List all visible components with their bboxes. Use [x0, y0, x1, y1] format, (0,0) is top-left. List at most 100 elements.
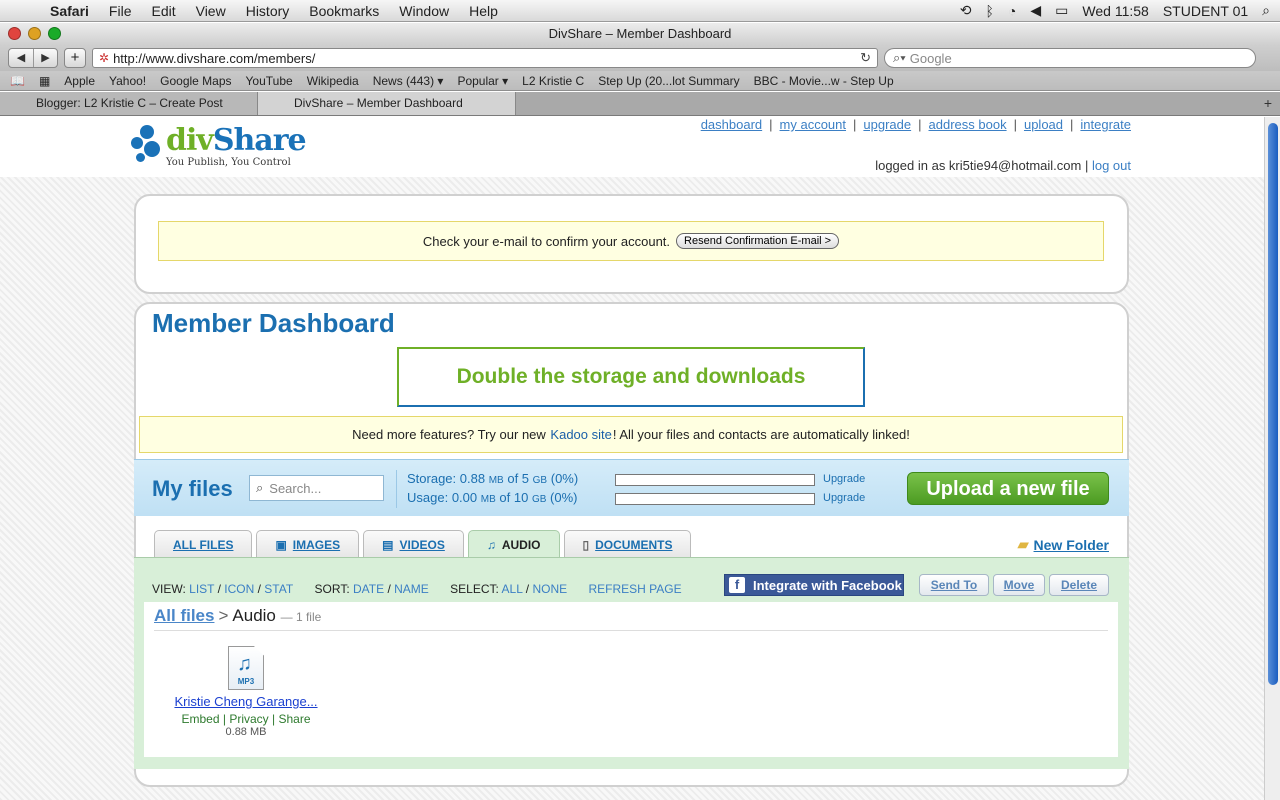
close-window-icon[interactable]	[8, 27, 21, 40]
tab-videos[interactable]: ▤ VIDEOS	[363, 530, 464, 558]
bookmark-item[interactable]: Wikipedia	[307, 74, 359, 88]
menubar-clock[interactable]: Wed 11:58	[1082, 3, 1148, 19]
bookmark-item[interactable]: Apple	[64, 74, 95, 88]
file-area: VIEW: LIST / ICON / STAT SORT: DATE / NA…	[134, 557, 1129, 769]
url-text[interactable]: http://www.divshare.com/members/	[113, 51, 315, 66]
select-all-link[interactable]: ALL	[502, 582, 523, 596]
kadoo-link[interactable]: Kadoo site	[550, 427, 611, 442]
sort-date-link[interactable]: DATE	[353, 582, 384, 596]
logout-link[interactable]: log out	[1092, 158, 1131, 173]
menubar-user[interactable]: STUDENT 01	[1163, 3, 1248, 19]
battery-icon[interactable]: ▭	[1055, 2, 1068, 19]
menu-file[interactable]: File	[99, 3, 142, 19]
bookmark-item[interactable]: Popular ▾	[457, 74, 508, 88]
scrollbar-thumb[interactable]	[1268, 123, 1278, 685]
move-button[interactable]: Move	[993, 574, 1045, 596]
usage-upgrade-link[interactable]: Upgrade	[823, 490, 865, 507]
kadoo-text-after: ! All your files and contacts are automa…	[612, 427, 910, 442]
bookmark-item[interactable]: Step Up (20...lot Summary	[598, 74, 739, 88]
nav-my-account[interactable]: my account	[780, 117, 846, 132]
menu-history[interactable]: History	[236, 3, 300, 19]
nav-integrate[interactable]: integrate	[1080, 117, 1131, 132]
wifi-icon[interactable]: ◔	[1008, 3, 1016, 19]
view-icon-link[interactable]: ICON	[224, 582, 254, 596]
mac-menubar: Safari File Edit View History Bookmarks …	[0, 0, 1280, 22]
browser-tab-divshare[interactable]: DivShare – Member Dashboard	[258, 92, 516, 115]
view-stat-link[interactable]: STAT	[264, 582, 293, 596]
embed-link[interactable]: Embed	[182, 712, 220, 726]
storage-pct: (0%)	[550, 471, 579, 486]
storage-used: 0.88	[459, 471, 486, 486]
tab-images[interactable]: ▣ IMAGES	[256, 530, 360, 558]
back-icon[interactable]: ◀	[9, 49, 33, 67]
bluetooth-icon[interactable]: ᛒ	[986, 3, 994, 19]
menu-edit[interactable]: Edit	[141, 3, 185, 19]
nav-upgrade[interactable]: upgrade	[863, 117, 911, 132]
search-field[interactable]: ⌕▾ Google	[884, 48, 1256, 68]
resend-confirmation-button[interactable]: Resend Confirmation E-mail >	[676, 233, 840, 249]
menu-bookmarks[interactable]: Bookmarks	[299, 3, 389, 19]
file-name-link[interactable]: Kristie Cheng Garange...	[156, 694, 336, 709]
nav-address-book[interactable]: address book	[929, 117, 1007, 132]
view-list-link[interactable]: LIST	[189, 582, 214, 596]
bookmark-item[interactable]: News (443) ▾	[373, 74, 444, 88]
file-search-input[interactable]: ⌕ Search...	[249, 475, 384, 501]
tab-audio[interactable]: ♫ AUDIO	[467, 530, 560, 558]
menu-window[interactable]: Window	[389, 3, 459, 19]
site-nav: dashboard | my account | upgrade | address boo…	[700, 117, 1131, 132]
bookmark-item[interactable]: L2 Kristie C	[522, 74, 584, 88]
new-folder-button[interactable]: ▰ New Folder	[1018, 536, 1109, 553]
time-machine-icon[interactable]: ⟲	[960, 2, 972, 19]
document-icon: ▯	[582, 537, 590, 552]
kadoo-text-before: Need more features? Try our new	[352, 427, 546, 442]
select-none-link[interactable]: NONE	[532, 582, 567, 596]
storage-progress-bar	[615, 473, 815, 486]
refresh-page-link[interactable]: REFRESH PAGE	[588, 582, 681, 596]
tab-documents[interactable]: ▯ DOCUMENTS	[563, 530, 692, 558]
new-tab-button[interactable]: +	[1256, 92, 1280, 115]
sort-name-link[interactable]: NAME	[394, 582, 429, 596]
view-options-bar: VIEW: LIST / ICON / STAT SORT: DATE / NA…	[152, 582, 682, 596]
minimize-window-icon[interactable]	[28, 27, 41, 40]
usage-of: of 10	[499, 490, 529, 505]
site-header: divShare You Publish, You Control dashbo…	[0, 117, 1264, 177]
page-scrollbar[interactable]	[1264, 117, 1280, 800]
music-note-icon: ♫	[486, 537, 496, 552]
bookmark-item[interactable]: Yahoo!	[109, 74, 146, 88]
folder-icon: ▰	[1017, 536, 1029, 552]
integrate-facebook-button[interactable]: f Integrate with Facebook	[724, 574, 904, 596]
nav-upload[interactable]: upload	[1024, 117, 1063, 132]
menu-app-name[interactable]: Safari	[40, 3, 99, 19]
address-bar[interactable]: ✲ http://www.divshare.com/members/ ↻	[92, 48, 878, 68]
logged-in-text: logged in as kri5tie94@hotmail.com	[875, 158, 1082, 173]
promo-banner[interactable]: Double the storage and downloads	[397, 347, 865, 407]
zoom-window-icon[interactable]	[48, 27, 61, 40]
storage-upgrade-link[interactable]: Upgrade	[823, 471, 865, 488]
reload-icon[interactable]: ↻	[860, 50, 871, 66]
usage-progress-bar	[615, 492, 815, 505]
bookmark-item[interactable]: BBC - Movie...w - Step Up	[754, 74, 894, 88]
mp3-file-icon[interactable]: ♫ MP3	[228, 646, 264, 690]
confirm-message: Check your e-mail to confirm your accoun…	[422, 233, 671, 249]
upload-new-file-button[interactable]: Upload a new file	[907, 472, 1109, 505]
tab-all-files[interactable]: ALL FILES	[154, 530, 253, 558]
breadcrumb-all-files[interactable]: All files	[154, 606, 214, 625]
add-bookmark-button[interactable]: +	[64, 48, 86, 68]
menu-help[interactable]: Help	[459, 3, 508, 19]
browser-tab-blogger[interactable]: Blogger: L2 Kristie C – Create Post	[0, 92, 258, 115]
nav-dashboard[interactable]: dashboard	[701, 117, 762, 132]
delete-button[interactable]: Delete	[1049, 574, 1109, 596]
volume-icon[interactable]: ◀	[1030, 2, 1041, 19]
forward-icon[interactable]: ▶	[33, 49, 57, 67]
spotlight-icon[interactable]: ⌕	[1262, 2, 1270, 19]
bookmark-item[interactable]: YouTube	[246, 74, 293, 88]
bookmark-item[interactable]: Google Maps	[160, 74, 231, 88]
breadcrumb-current: Audio	[232, 606, 276, 625]
reading-list-icon[interactable]: 📖	[10, 74, 25, 88]
top-sites-icon[interactable]: ▦	[39, 74, 50, 88]
send-to-button[interactable]: Send To	[919, 574, 989, 596]
divshare-logo[interactable]: divShare You Publish, You Control	[130, 123, 307, 169]
share-link[interactable]: Share	[278, 712, 310, 726]
privacy-link[interactable]: Privacy	[229, 712, 268, 726]
menu-view[interactable]: View	[186, 3, 236, 19]
